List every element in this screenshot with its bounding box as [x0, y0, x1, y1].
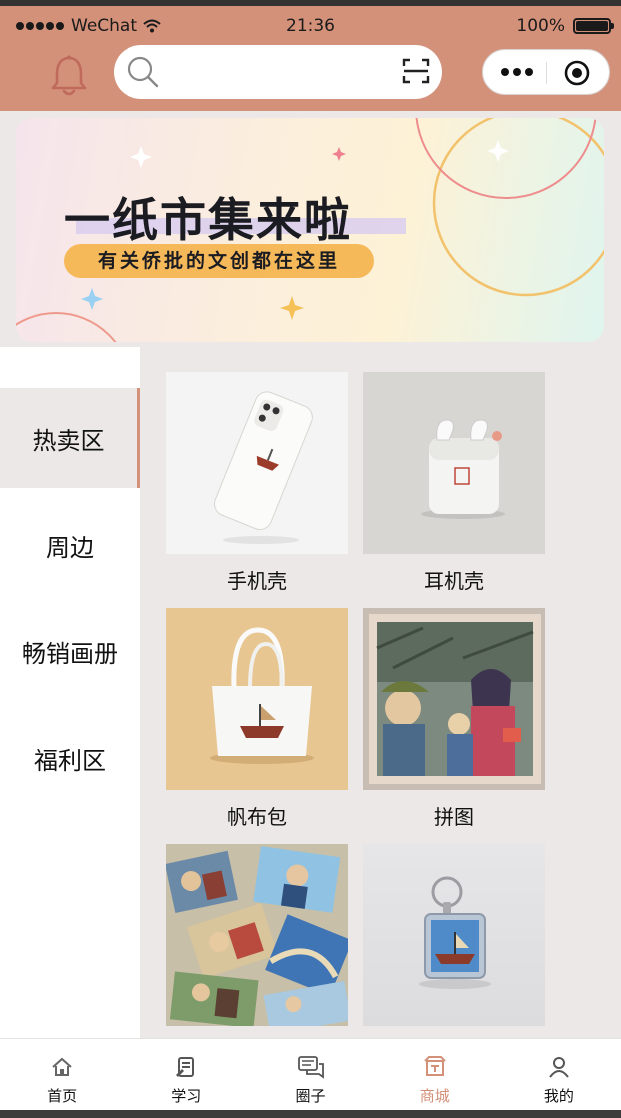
- product-card[interactable]: [166, 844, 348, 1038]
- product-image: [166, 844, 348, 1026]
- product-name: [166, 1026, 348, 1038]
- sidebar-item-label: 周边: [46, 533, 94, 562]
- user-icon: [549, 1057, 569, 1078]
- search-icon: [127, 56, 159, 88]
- tab-label: 圈子: [295, 1087, 326, 1105]
- sidebar-item-albums[interactable]: 畅销画册: [0, 601, 140, 701]
- tab-home[interactable]: 首页: [0, 1039, 124, 1110]
- battery-percent: 100%: [516, 16, 565, 36]
- product-card[interactable]: 耳机壳: [363, 372, 545, 608]
- product-name: 帆布包: [227, 805, 287, 829]
- product-card[interactable]: 手机壳: [166, 372, 348, 608]
- product-name: 手机壳: [227, 569, 287, 593]
- scan-icon[interactable]: [402, 57, 430, 85]
- sidebar-item-label: 热卖区: [32, 426, 105, 455]
- app-screen: WeChat 21:36 100% 一纸市集来啦 有关侨批的文创都在这里 热卖区…: [0, 0, 621, 1118]
- product-name: [363, 1026, 545, 1038]
- product-grid: 手机壳 耳机壳 帆布包 拼图: [166, 372, 546, 1038]
- tab-study[interactable]: 学习: [124, 1039, 248, 1110]
- study-icon: [176, 1057, 195, 1077]
- product-image: [363, 372, 545, 554]
- tab-circle[interactable]: 圈子: [248, 1039, 372, 1110]
- product-image: [166, 608, 348, 790]
- product-card[interactable]: [363, 844, 545, 1038]
- tab-label: 我的: [543, 1087, 574, 1105]
- close-target-icon[interactable]: [563, 59, 591, 87]
- product-card[interactable]: 拼图: [363, 608, 545, 844]
- product-card[interactable]: 帆布包: [166, 608, 348, 844]
- more-icon[interactable]: [497, 58, 537, 86]
- promo-banner[interactable]: 一纸市集来啦 有关侨批的文创都在这里: [16, 118, 604, 342]
- tab-label: 学习: [171, 1087, 202, 1105]
- battery-status: 100%: [516, 16, 614, 36]
- tab-shop[interactable]: 商城: [373, 1039, 497, 1110]
- tab-bar: 首页 学习 圈子 商城 我的: [0, 1038, 621, 1110]
- sidebar-item-hot[interactable]: 热卖区: [0, 388, 140, 488]
- battery-icon: [573, 18, 614, 34]
- tab-label: 首页: [47, 1087, 78, 1105]
- bell-icon[interactable]: [48, 54, 90, 98]
- sidebar-item-merch[interactable]: 周边: [0, 495, 140, 595]
- shop-icon: [423, 1056, 446, 1076]
- banner-subtitle: 有关侨批的文创都在这里: [64, 244, 374, 278]
- sidebar-item-label: 畅销画册: [22, 639, 118, 668]
- mini-program-capsule: [482, 49, 610, 95]
- product-image: [166, 372, 348, 554]
- product-image: [363, 608, 545, 790]
- tab-label: 商城: [419, 1087, 450, 1105]
- banner-title: 一纸市集来啦: [64, 193, 352, 247]
- product-image: [363, 844, 545, 1026]
- product-name: 拼图: [434, 805, 474, 829]
- sidebar-item-welfare[interactable]: 福利区: [0, 708, 140, 808]
- header: WeChat 21:36 100%: [0, 0, 621, 111]
- search-input[interactable]: [170, 55, 370, 89]
- product-name: 耳机壳: [424, 569, 484, 593]
- home-icon: [52, 1057, 72, 1076]
- chat-icon: [297, 1056, 324, 1079]
- home-indicator-area: [0, 1110, 621, 1118]
- status-bar: WeChat 21:36 100%: [0, 12, 621, 38]
- sidebar-item-label: 福利区: [34, 746, 106, 775]
- category-sidebar: 热卖区 周边 畅销画册 福利区: [0, 347, 140, 1040]
- tab-profile[interactable]: 我的: [497, 1039, 621, 1110]
- search-bar[interactable]: [114, 45, 442, 99]
